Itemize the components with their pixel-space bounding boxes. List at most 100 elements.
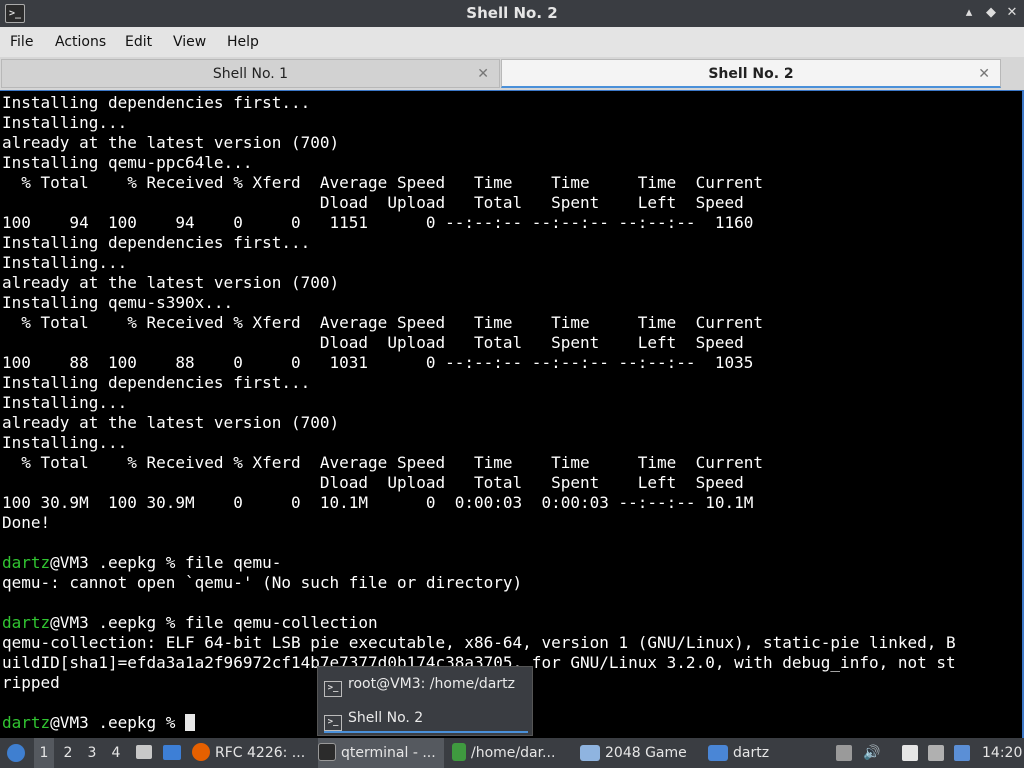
minimize-button[interactable]: ▴ <box>960 4 978 22</box>
line-text: 100 30.9M 100 30.9M 0 0 10.1M 0 0:00:03 … <box>2 493 754 512</box>
output-line: Dload Upload Total Spent Left Speed <box>2 333 744 353</box>
popup-item-root-shell[interactable]: >_ root@VM3: /home/dartz <box>324 671 528 697</box>
output-line: Installing... <box>2 433 127 453</box>
clipboard-icon[interactable] <box>902 745 918 761</box>
menu-actions[interactable]: Actions <box>55 27 106 57</box>
line-text: Installing qemu-s390x... <box>2 293 234 312</box>
tab-shell-2[interactable]: Shell No. 2 ✕ <box>501 59 1001 88</box>
line-text: Installing dependencies first... <box>2 93 311 112</box>
output-line: 100 94 100 94 0 0 1151 0 --:--:-- --:--:… <box>2 213 753 233</box>
maximize-button[interactable]: ◆ <box>982 4 1000 22</box>
menu-help[interactable]: Help <box>227 27 259 57</box>
menu-file[interactable]: File <box>10 27 33 57</box>
line-text: Installing... <box>2 433 128 452</box>
output-line: 100 30.9M 100 30.9M 0 0 10.1M 0 0:00:03 … <box>2 493 753 513</box>
taskbar: 1 2 3 4 RFC 4226: ... qterminal - ... /h… <box>0 738 1024 768</box>
desktop-1[interactable]: 1 <box>34 738 54 768</box>
window-title: Shell No. 2 <box>466 4 558 22</box>
line-text: Installing dependencies first... <box>2 373 311 392</box>
line-text: Installing dependencies first... <box>2 233 311 252</box>
task-qterminal[interactable]: qterminal - ... <box>318 738 444 768</box>
output-line: % Total % Received % Xferd Average Speed… <box>2 173 763 193</box>
task-text-editor[interactable]: /home/dar... <box>452 738 574 768</box>
output-line: Dload Upload Total Spent Left Speed <box>2 193 744 213</box>
line-text: Dload Upload Total Spent Left Speed <box>2 193 744 212</box>
lxqt-logo-icon <box>7 744 25 762</box>
desktop-4[interactable]: 4 <box>106 738 126 768</box>
output-line: already at the latest version (700) <box>2 413 339 433</box>
title-bar: >_ Shell No. 2 ▴ ◆ ✕ <box>0 0 1024 27</box>
menu-edit[interactable]: Edit <box>125 27 152 57</box>
output-line: Installing... <box>2 253 127 273</box>
line-text: 100 94 100 94 0 0 1151 0 --:--:-- --:--:… <box>2 213 754 232</box>
output-line: Installing... <box>2 113 127 133</box>
output-line: Installing qemu-ppc64le... <box>2 153 252 173</box>
line-text: @VM3 .eepkg % file qemu-collection <box>50 613 378 632</box>
line-text: Installing... <box>2 253 128 272</box>
output-line: 100 88 100 88 0 0 1031 0 --:--:-- --:--:… <box>2 353 753 373</box>
terminal-output[interactable]: Installing dependencies first... Installi… <box>0 90 1024 739</box>
output-line: qemu-: cannot open `qemu-' (No such file… <box>2 573 522 593</box>
output-line: Dload Upload Total Spent Left Speed <box>2 473 744 493</box>
network-icon[interactable] <box>928 745 944 761</box>
output-line: qemu-collection: ELF 64-bit LSB pie exec… <box>2 633 956 653</box>
terminal-icon: >_ <box>324 715 342 731</box>
close-tab-icon[interactable]: ✕ <box>477 60 489 88</box>
line-text: @VM3 .eepkg % <box>50 713 186 732</box>
line-text: % Total % Received % Xferd Average Speed… <box>2 313 763 332</box>
tab-bar: Shell No. 1 ✕ Shell No. 2 ✕ <box>0 57 1024 89</box>
terminal-icon: >_ <box>324 681 342 697</box>
volume-icon[interactable]: 🔊 <box>862 738 882 768</box>
task-firefox[interactable]: RFC 4226: ... <box>192 738 312 768</box>
show-desktop-button[interactable] <box>134 738 156 768</box>
line-text: ripped <box>2 673 60 692</box>
line-text: % Total % Received % Xferd Average Speed… <box>2 453 763 472</box>
task-2048-game[interactable]: 2048 Game <box>580 738 700 768</box>
line-text: Dload Upload Total Spent Left Speed <box>2 473 744 492</box>
prompt-line: dartz@VM3 .eepkg % file qemu-collection <box>2 613 378 633</box>
removable-media-icon[interactable] <box>836 745 852 761</box>
menu-view[interactable]: View <box>173 27 206 57</box>
firefox-icon <box>192 743 210 761</box>
output-line: Installing dependencies first... <box>2 233 310 253</box>
tab-shell-1[interactable]: Shell No. 1 ✕ <box>1 59 500 88</box>
line-text: @VM3 .eepkg % file qemu- <box>50 553 282 572</box>
line-text: already at the latest version (700) <box>2 273 340 292</box>
tab-label: Shell No. 1 <box>212 66 289 82</box>
update-notifier-icon[interactable] <box>954 745 970 761</box>
desktop-2[interactable]: 2 <box>58 738 78 768</box>
line-text: qemu-: cannot open `qemu-' (No such file… <box>2 573 523 592</box>
output-line: % Total % Received % Xferd Average Speed… <box>2 313 763 333</box>
line-text: Installing... <box>2 393 128 412</box>
output-line: already at the latest version (700) <box>2 133 339 153</box>
window-list-icon <box>163 745 181 760</box>
terminal-icon <box>318 743 336 761</box>
output-line: Installing qemu-s390x... <box>2 293 233 313</box>
window-icon <box>580 745 600 761</box>
line-text: % Total % Received % Xferd Average Speed… <box>2 173 763 192</box>
start-menu-button[interactable] <box>4 738 30 768</box>
output-line: % Total % Received % Xferd Average Speed… <box>2 453 763 473</box>
prompt-user: dartz <box>2 713 51 732</box>
output-line: already at the latest version (700) <box>2 273 339 293</box>
line-text: Installing... <box>2 113 128 132</box>
popup-item-shell-2[interactable]: >_ Shell No. 2 <box>324 705 528 733</box>
text-editor-icon <box>452 743 466 761</box>
line-text: already at the latest version (700) <box>2 413 340 432</box>
desktop-3[interactable]: 3 <box>82 738 102 768</box>
line-text: Done! <box>2 513 51 532</box>
close-button[interactable]: ✕ <box>1003 4 1021 22</box>
show-desktop-icon <box>136 745 152 759</box>
line-text: already at the latest version (700) <box>2 133 340 152</box>
text-cursor <box>185 714 196 731</box>
close-tab-icon[interactable]: ✕ <box>978 60 990 88</box>
line-text: qemu-collection: ELF 64-bit LSB pie exec… <box>2 633 956 652</box>
tab-label: Shell No. 2 <box>708 66 794 82</box>
clock[interactable]: 14:20 <box>982 738 1022 768</box>
line-text: Dload Upload Total Spent Left Speed <box>2 333 744 352</box>
output-line: Installing dependencies first... <box>2 373 310 393</box>
task-file-manager[interactable]: dartz <box>708 738 808 768</box>
window-list-button[interactable] <box>160 738 184 768</box>
output-line: Installing... <box>2 393 127 413</box>
taskbar-window-popup: >_ root@VM3: /home/dartz >_ Shell No. 2 <box>317 666 533 736</box>
